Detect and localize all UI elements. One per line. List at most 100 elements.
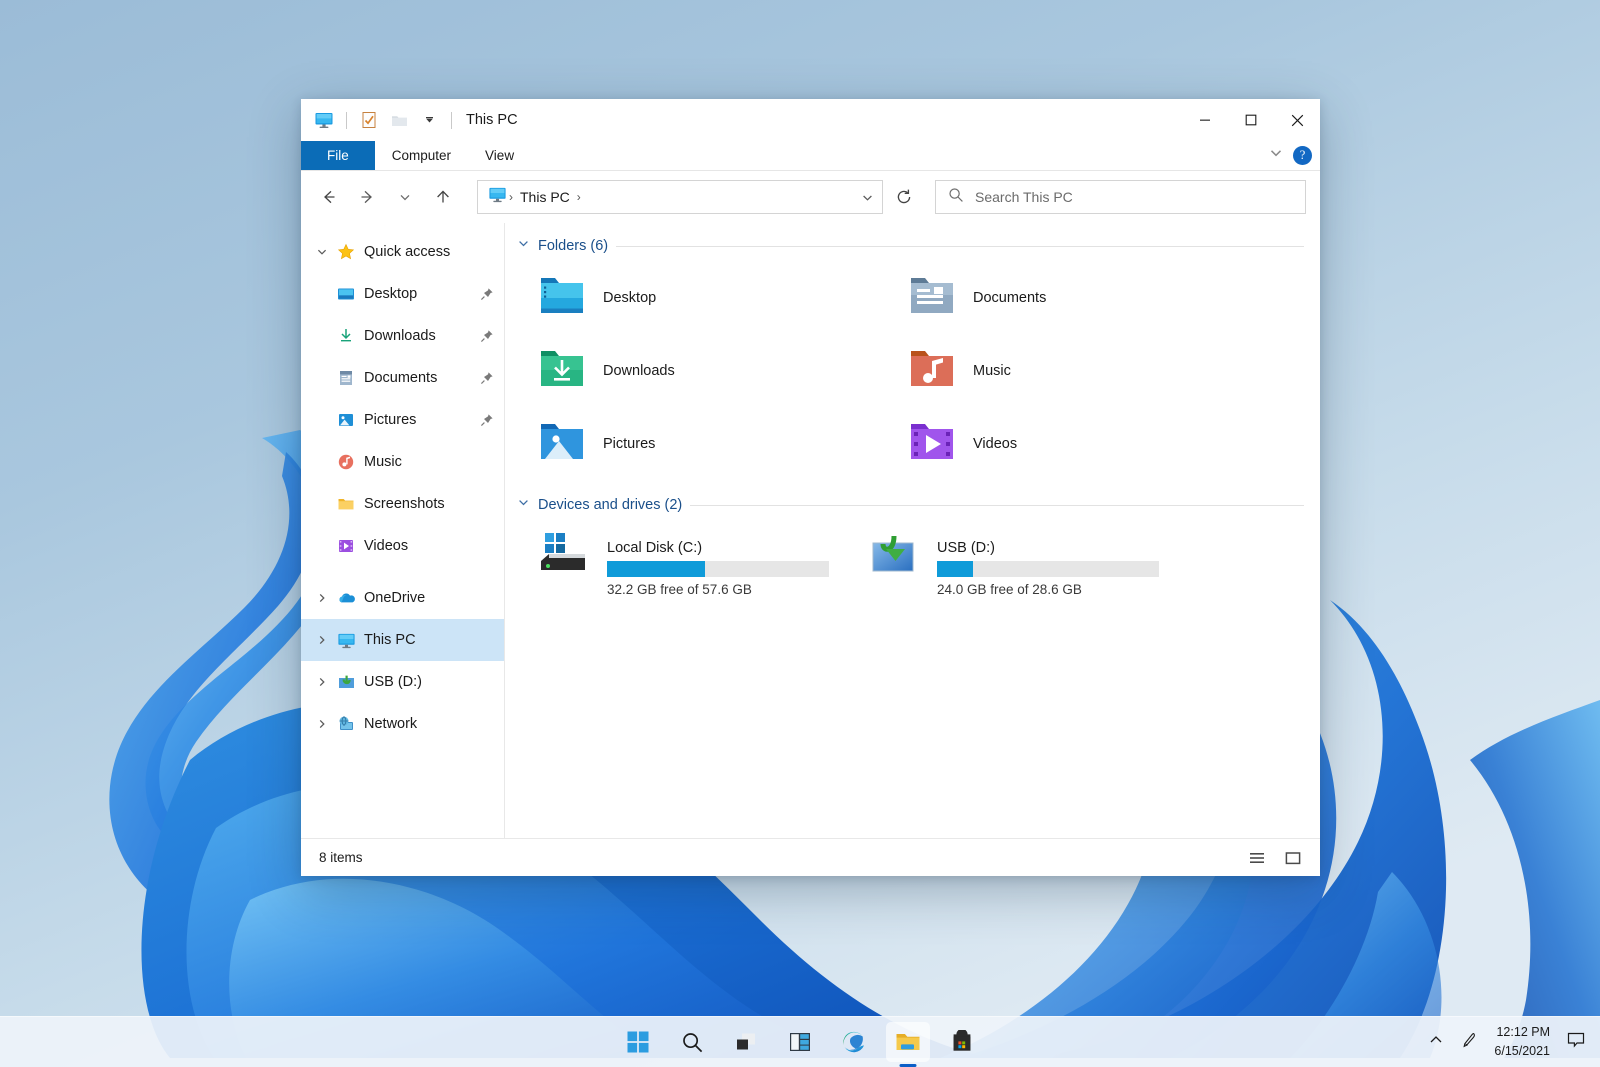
breadcrumb-separator-2[interactable]: › <box>575 190 583 204</box>
folder-tile-downloads[interactable]: Downloads <box>517 334 887 407</box>
drive-details: Local Disk (C:) 32.2 GB free of 57.6 GB <box>607 530 829 604</box>
tab-computer[interactable]: Computer <box>375 141 468 170</box>
sidebar-item-screenshots[interactable]: Screenshots <box>301 483 504 525</box>
address-this-pc-icon <box>488 185 507 209</box>
start-button[interactable] <box>616 1022 660 1062</box>
customize-qat-chevron-icon[interactable] <box>415 106 443 134</box>
status-bar: 8 items <box>301 838 1320 876</box>
drives-group-title: Devices and drives (2) <box>538 497 683 513</box>
chevron-right-icon[interactable] <box>309 676 335 688</box>
folder-tile-label: Documents <box>973 289 1047 306</box>
search-button[interactable] <box>670 1022 714 1062</box>
sidebar-item-documents[interactable]: Documents <box>301 357 504 399</box>
minimize-button[interactable] <box>1182 99 1228 141</box>
title-separator <box>451 111 452 129</box>
help-button[interactable]: ? <box>1293 146 1312 165</box>
drives-group-header[interactable]: Devices and drives (2) <box>517 496 1304 514</box>
show-hidden-icons-button[interactable] <box>1428 1032 1444 1053</box>
new-folder-icon[interactable] <box>385 106 413 134</box>
sidebar-item-label: Videos <box>364 538 409 554</box>
maximize-button[interactable] <box>1228 99 1274 141</box>
folder-tile-pictures[interactable]: Pictures <box>517 407 887 480</box>
back-button[interactable] <box>311 180 347 214</box>
clock[interactable]: 12:12 PM 6/15/2021 <box>1494 1023 1550 1061</box>
videos-icon <box>335 536 357 556</box>
tab-file[interactable]: File <box>301 141 375 170</box>
chevron-right-icon[interactable] <box>309 634 335 646</box>
drive-item-local-disk-c[interactable]: Local Disk (C:) 32.2 GB free of 57.6 GB <box>517 530 847 604</box>
items-view: Folders (6) Desktop Documents Downloads … <box>505 223 1320 838</box>
search-input[interactable]: Search This PC <box>975 189 1073 205</box>
folder-tile-desktop[interactable]: Desktop <box>517 261 887 334</box>
drive-name: Local Disk (C:) <box>607 539 703 556</box>
sidebar-item-usb-d[interactable]: USB (D:) <box>301 661 504 703</box>
chevron-down-icon[interactable] <box>517 496 530 514</box>
drive-details: USB (D:) 24.0 GB free of 28.6 GB <box>937 530 1159 604</box>
sidebar-item-music[interactable]: Music <box>301 441 504 483</box>
search-box[interactable]: Search This PC <box>935 180 1306 214</box>
file-explorer-button[interactable] <box>886 1022 930 1062</box>
drive-usage-bar <box>937 560 1159 577</box>
pin-icon[interactable] <box>478 413 496 427</box>
pin-icon[interactable] <box>478 287 496 301</box>
microsoft-store-button[interactable] <box>940 1022 984 1062</box>
refresh-button[interactable] <box>887 180 921 214</box>
properties-icon[interactable] <box>355 106 383 134</box>
chevron-down-icon[interactable] <box>309 246 335 258</box>
tab-view[interactable]: View <box>468 141 531 170</box>
chevron-down-icon[interactable] <box>517 237 530 255</box>
search-icon <box>948 187 964 208</box>
task-view-button[interactable] <box>724 1022 768 1062</box>
breadcrumb-item-this-pc[interactable]: This PC <box>515 189 575 205</box>
folder-tile-videos[interactable]: Videos <box>887 407 1257 480</box>
this-pc-icon[interactable] <box>310 106 338 134</box>
sidebar-item-this-pc[interactable]: This PC <box>301 619 504 661</box>
documents-icon <box>335 368 357 388</box>
close-button[interactable] <box>1274 99 1320 141</box>
pin-icon[interactable] <box>478 329 496 343</box>
sidebar-item-onedrive[interactable]: OneDrive <box>301 577 504 619</box>
address-dropdown-chevron-icon[interactable] <box>854 182 880 212</box>
system-tray: 12:12 PM 6/15/2021 <box>1428 1017 1600 1067</box>
chevron-right-icon[interactable] <box>309 592 335 604</box>
forward-button[interactable] <box>349 180 385 214</box>
sidebar-item-downloads[interactable]: Downloads <box>301 315 504 357</box>
music-folder-icon <box>907 345 957 396</box>
pin-icon[interactable] <box>478 371 496 385</box>
widgets-button[interactable] <box>778 1022 822 1062</box>
ribbon-tab-bar: File Computer View ? <box>301 141 1320 171</box>
ribbon-right-controls: ? <box>1269 141 1320 170</box>
navigation-pane: Quick access Desktop Downloads Documents… <box>301 223 505 838</box>
taskbar-center-group <box>616 1022 984 1062</box>
clock-time: 12:12 PM <box>1496 1025 1550 1040</box>
taskbar: 12:12 PM 6/15/2021 <box>0 1016 1600 1067</box>
address-bar[interactable]: › This PC › <box>477 180 883 214</box>
sidebar-item-desktop[interactable]: Desktop <box>301 273 504 315</box>
folder-tile-documents[interactable]: Documents <box>887 261 1257 334</box>
drive-free-space: 32.2 GB free of 57.6 GB <box>607 581 752 597</box>
clock-date: 6/15/2021 <box>1494 1044 1550 1058</box>
sidebar-item-pictures[interactable]: Pictures <box>301 399 504 441</box>
details-view-button[interactable] <box>1244 846 1270 870</box>
pen-icon[interactable] <box>1460 1031 1478 1054</box>
sidebar-item-label: Network <box>364 716 418 732</box>
group-divider <box>616 245 1304 247</box>
title-bar: This PC <box>301 99 1320 141</box>
group-divider <box>690 504 1304 506</box>
folder-tile-label: Pictures <box>603 435 656 452</box>
folders-group-header[interactable]: Folders (6) <box>517 237 1304 255</box>
expand-ribbon-chevron-icon[interactable] <box>1269 146 1283 165</box>
up-button[interactable] <box>425 180 461 214</box>
sidebar-item-videos[interactable]: Videos <box>301 525 504 567</box>
edge-button[interactable] <box>832 1022 876 1062</box>
recent-locations-chevron-icon[interactable] <box>387 180 423 214</box>
large-icons-view-button[interactable] <box>1280 846 1306 870</box>
this-pc-icon <box>335 630 357 650</box>
desktop-folder-icon <box>537 272 587 323</box>
sidebar-item-network[interactable]: Network <box>301 703 504 745</box>
folder-tile-music[interactable]: Music <box>887 334 1257 407</box>
chevron-right-icon[interactable] <box>309 718 335 730</box>
notification-icon[interactable] <box>1566 1030 1586 1055</box>
drive-item-usb-d[interactable]: USB (D:) 24.0 GB free of 28.6 GB <box>847 530 1177 604</box>
sidebar-item-quick-access[interactable]: Quick access <box>301 231 504 273</box>
